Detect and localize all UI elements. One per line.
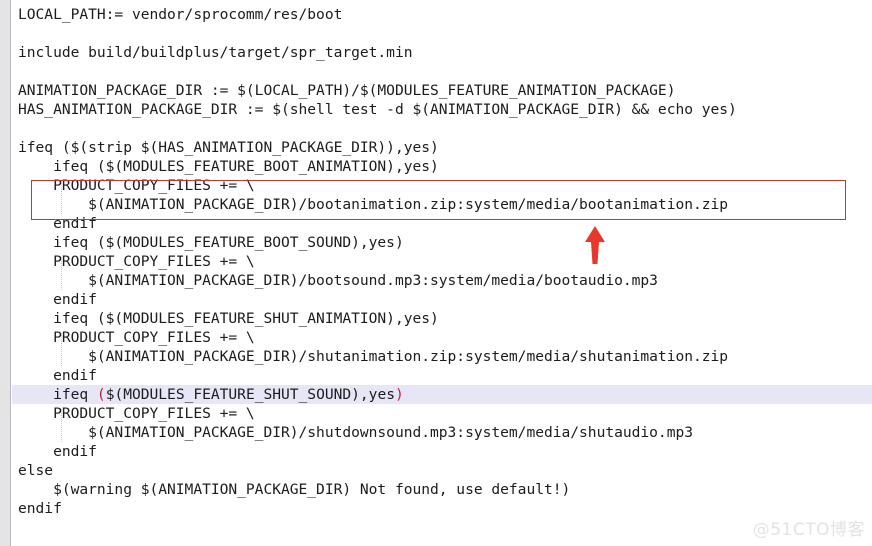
code-line[interactable]: endif <box>12 290 97 309</box>
code-line[interactable] <box>12 24 18 43</box>
code-editor[interactable]: LOCAL_PATH:= vendor/sprocomm/res/boot inc… <box>0 0 872 546</box>
indent-guide <box>60 257 63 290</box>
code-line[interactable]: endif <box>12 366 97 385</box>
code-line[interactable]: PRODUCT_COPY_FILES += \ <box>12 404 255 423</box>
code-line[interactable]: endif <box>12 214 97 233</box>
indent-guide <box>60 181 63 214</box>
code-line[interactable]: $(ANIMATION_PACKAGE_DIR)/shutdownsound.m… <box>12 423 693 442</box>
code-line[interactable]: $(warning $(ANIMATION_PACKAGE_DIR) Not f… <box>12 480 570 499</box>
code-line[interactable]: ifeq ($(MODULES_FEATURE_BOOT_SOUND),yes) <box>12 233 404 252</box>
code-line[interactable]: $(ANIMATION_PACKAGE_DIR)/bootsound.mp3:s… <box>12 271 658 290</box>
indent-guide <box>60 333 63 366</box>
code-line[interactable]: $(ANIMATION_PACKAGE_DIR)/bootanimation.z… <box>12 195 728 214</box>
code-text: ifeq <box>18 386 97 403</box>
bracket-match: ( <box>96 386 106 403</box>
bracket-match: ) <box>394 386 404 403</box>
code-line[interactable]: ifeq ($(MODULES_FEATURE_BOOT_ANIMATION),… <box>12 157 439 176</box>
code-line[interactable]: $(ANIMATION_PACKAGE_DIR)/shutanimation.z… <box>12 347 728 366</box>
code-line[interactable] <box>12 62 18 81</box>
code-line[interactable]: PRODUCT_COPY_FILES += \ <box>12 176 255 195</box>
code-line[interactable]: ifeq ($(MODULES_FEATURE_SHUT_ANIMATION),… <box>12 309 439 328</box>
code-line[interactable]: PRODUCT_COPY_FILES += \ <box>12 252 255 271</box>
code-line[interactable]: ANIMATION_PACKAGE_DIR := $(LOCAL_PATH)/$… <box>12 81 675 100</box>
code-line[interactable]: LOCAL_PATH:= vendor/sprocomm/res/boot <box>12 5 342 24</box>
code-line[interactable]: include build/buildplus/target/spr_targe… <box>12 43 413 62</box>
code-line[interactable]: ifeq ($(MODULES_FEATURE_SHUT_SOUND),yes) <box>12 385 872 404</box>
code-surface[interactable]: LOCAL_PATH:= vendor/sprocomm/res/boot inc… <box>12 0 872 546</box>
code-line[interactable]: HAS_ANIMATION_PACKAGE_DIR := $(shell tes… <box>12 100 737 119</box>
code-line[interactable]: PRODUCT_COPY_FILES += \ <box>12 328 255 347</box>
code-line[interactable] <box>12 119 18 138</box>
watermark: @51CTO博客 <box>752 520 865 540</box>
editor-gutter <box>0 0 11 546</box>
code-line[interactable]: endif <box>12 442 97 461</box>
code-text: $(MODULES_FEATURE_SHUT_SOUND),yes <box>105 386 395 403</box>
code-line[interactable]: ifeq ($(strip $(HAS_ANIMATION_PACKAGE_DI… <box>12 138 439 157</box>
indent-guide <box>60 409 63 442</box>
code-line[interactable]: endif <box>12 499 62 518</box>
red-up-arrow-icon <box>583 225 607 265</box>
code-line[interactable]: else <box>12 461 53 480</box>
